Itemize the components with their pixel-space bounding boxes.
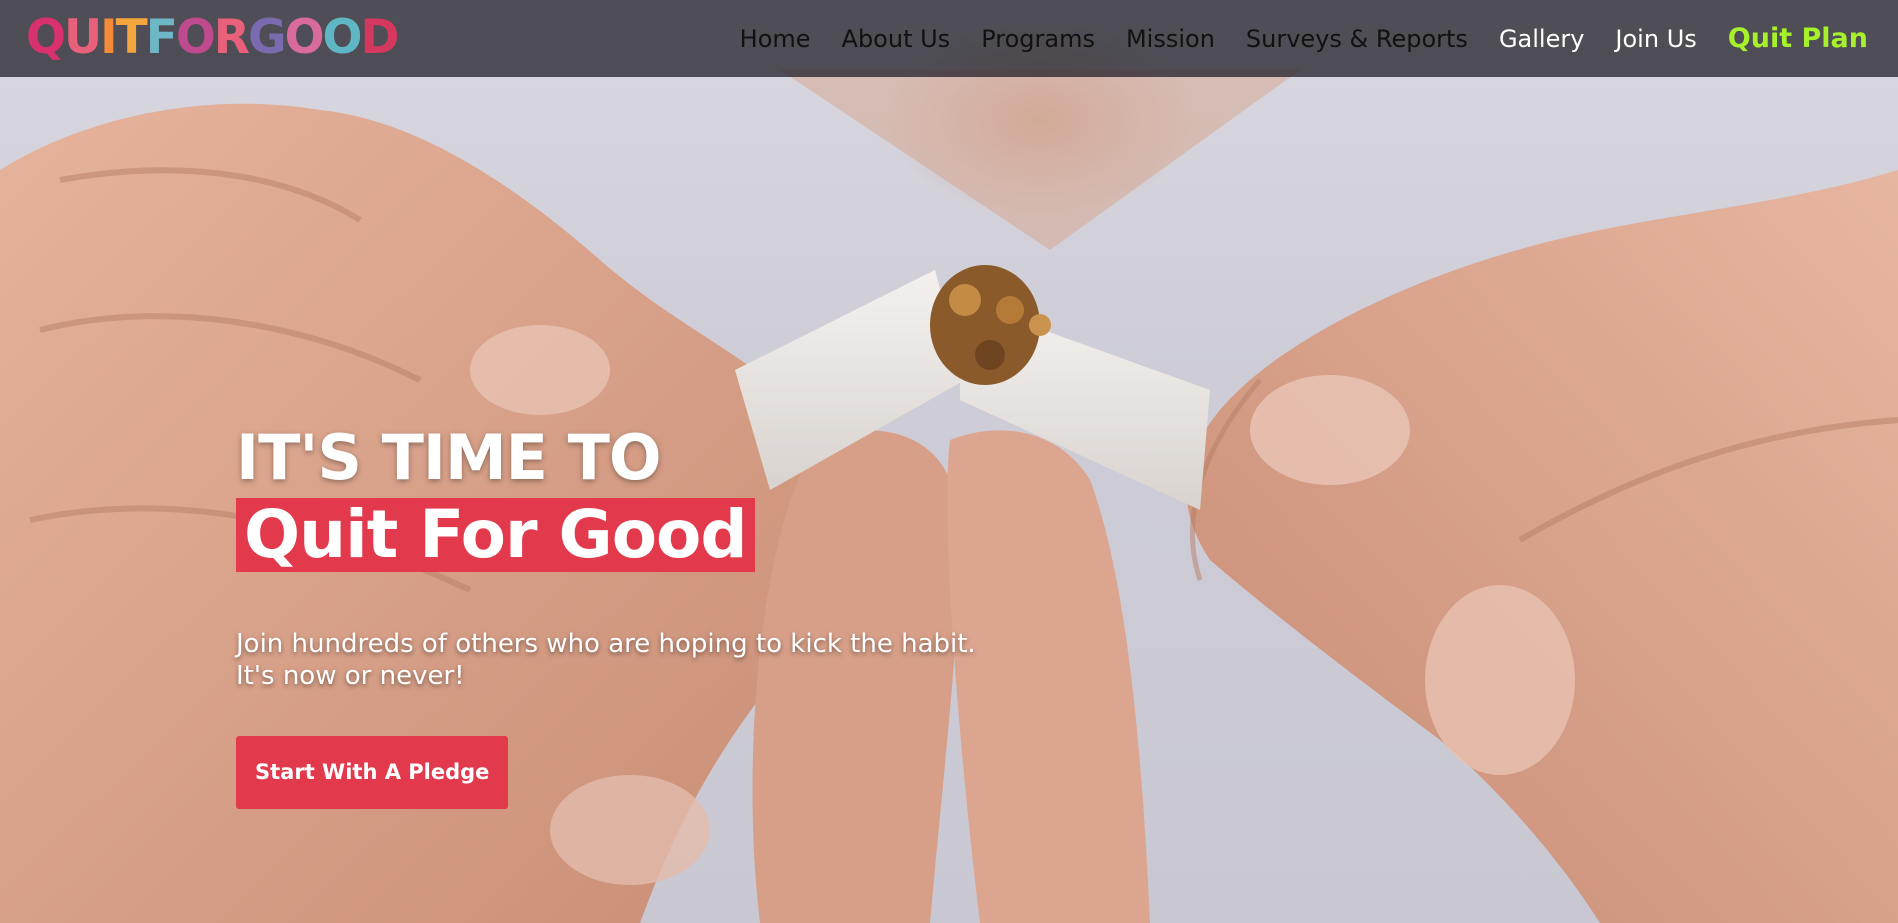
nav-quit-plan[interactable]: Quit Plan xyxy=(1728,23,1868,54)
hero-subtitle-line1: Join hundreds of others who are hoping t… xyxy=(236,629,976,660)
nav-surveys-reports[interactable]: Surveys & Reports xyxy=(1246,25,1468,53)
logo-letter: U xyxy=(63,10,102,65)
nav-gallery[interactable]: Gallery xyxy=(1499,25,1584,53)
logo-letter: O xyxy=(175,10,216,65)
logo-letter: T xyxy=(115,10,148,65)
hero-subtitle: Join hundreds of others who are hoping t… xyxy=(236,628,1136,692)
main-nav: Home About Us Programs Mission Surveys & Rep… xyxy=(709,0,1868,77)
nav-mission[interactable]: Mission xyxy=(1126,25,1215,53)
nav-programs[interactable]: Programs xyxy=(981,25,1095,53)
top-navbar: QUITFORGOOD Home About Us Programs Mission S… xyxy=(0,0,1898,77)
nav-join-us[interactable]: Join Us xyxy=(1615,25,1696,53)
site-logo[interactable]: QUITFORGOOD xyxy=(26,10,400,66)
logo-letter: O xyxy=(322,10,363,65)
logo-letter: D xyxy=(360,10,400,65)
logo-letter: F xyxy=(145,10,178,65)
nav-about-us[interactable]: About Us xyxy=(842,25,951,53)
hero-subtitle-line2: It's now or never! xyxy=(236,661,465,692)
nav-home[interactable]: Home xyxy=(740,25,811,53)
logo-letter: I xyxy=(100,10,117,65)
hero-headline: Quit For Good xyxy=(236,498,755,572)
hero-content: IT'S TIME TO Quit For Good Join hundreds… xyxy=(236,421,1136,810)
logo-letter: Q xyxy=(26,10,66,65)
start-pledge-button[interactable]: Start With A Pledge xyxy=(236,736,509,810)
hero-eyebrow: IT'S TIME TO xyxy=(236,421,662,494)
logo-letter: O xyxy=(284,10,325,65)
logo-letter: G xyxy=(247,10,287,65)
right-hand xyxy=(1186,170,1898,923)
logo-letter: R xyxy=(213,10,250,65)
